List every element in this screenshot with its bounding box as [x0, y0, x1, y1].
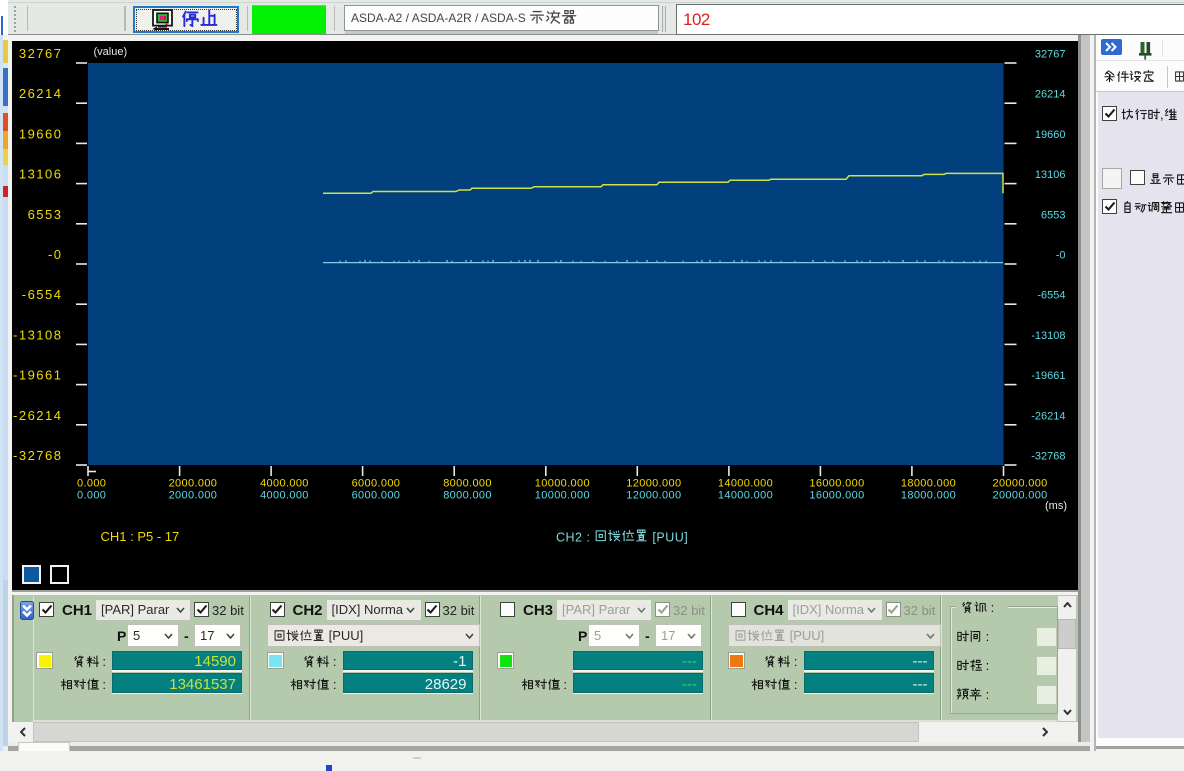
svg-text:8000.000: 8000.000: [443, 490, 492, 502]
svg-text:-13108: -13108: [13, 327, 62, 342]
svg-text:8000.000: 8000.000: [443, 478, 492, 490]
svg-text:19660: 19660: [19, 126, 63, 141]
svg-text:2000.000: 2000.000: [169, 478, 218, 490]
svg-text:20000.000: 20000.000: [993, 478, 1048, 490]
svg-text:14000.000: 14000.000: [718, 478, 773, 490]
svg-text:12000.000: 12000.000: [626, 478, 681, 490]
svg-text:16000.000: 16000.000: [809, 490, 864, 502]
svg-text:-32768: -32768: [13, 448, 62, 463]
svg-text:0.000: 0.000: [77, 490, 106, 502]
svg-text:6000.000: 6000.000: [352, 478, 401, 490]
svg-text:CH1 : P5 - 17: CH1 : P5 - 17: [101, 529, 180, 544]
svg-text:4000.000: 4000.000: [260, 490, 309, 502]
svg-text:6553: 6553: [1041, 209, 1065, 221]
svg-text:-6554: -6554: [1037, 290, 1065, 302]
svg-text:32767: 32767: [19, 46, 63, 61]
svg-text:32767: 32767: [1035, 49, 1066, 61]
svg-text:4000.000: 4000.000: [260, 478, 309, 490]
svg-text:26214: 26214: [19, 86, 63, 101]
svg-text:20000.000: 20000.000: [993, 490, 1048, 502]
svg-text:-32768: -32768: [1031, 451, 1065, 463]
svg-text:-19661: -19661: [13, 368, 62, 383]
svg-text:(value): (value): [94, 46, 128, 58]
svg-text:16000.000: 16000.000: [809, 478, 864, 490]
svg-text:(ms): (ms): [1045, 500, 1067, 512]
svg-text:13106: 13106: [19, 167, 63, 182]
svg-text:-0: -0: [48, 247, 63, 262]
svg-text:-13108: -13108: [1031, 330, 1065, 342]
svg-text:-0: -0: [1056, 250, 1066, 262]
svg-text:18000.000: 18000.000: [901, 478, 956, 490]
svg-text:13106: 13106: [1035, 169, 1066, 181]
svg-text:6553: 6553: [28, 207, 63, 222]
svg-text:-26214: -26214: [13, 408, 62, 423]
svg-text:0.000: 0.000: [77, 478, 106, 490]
svg-text:19660: 19660: [1035, 129, 1066, 141]
svg-text:-26214: -26214: [1031, 410, 1065, 422]
svg-text:18000.000: 18000.000: [901, 490, 956, 502]
svg-text:14000.000: 14000.000: [718, 490, 773, 502]
svg-text:-6554: -6554: [22, 287, 63, 302]
svg-text:2000.000: 2000.000: [169, 490, 218, 502]
svg-text:10000.000: 10000.000: [535, 478, 590, 490]
svg-text:-19661: -19661: [1031, 370, 1065, 382]
svg-text:10000.000: 10000.000: [535, 490, 590, 502]
svg-text:12000.000: 12000.000: [626, 490, 681, 502]
svg-text:6000.000: 6000.000: [352, 490, 401, 502]
svg-text:26214: 26214: [1035, 89, 1066, 101]
